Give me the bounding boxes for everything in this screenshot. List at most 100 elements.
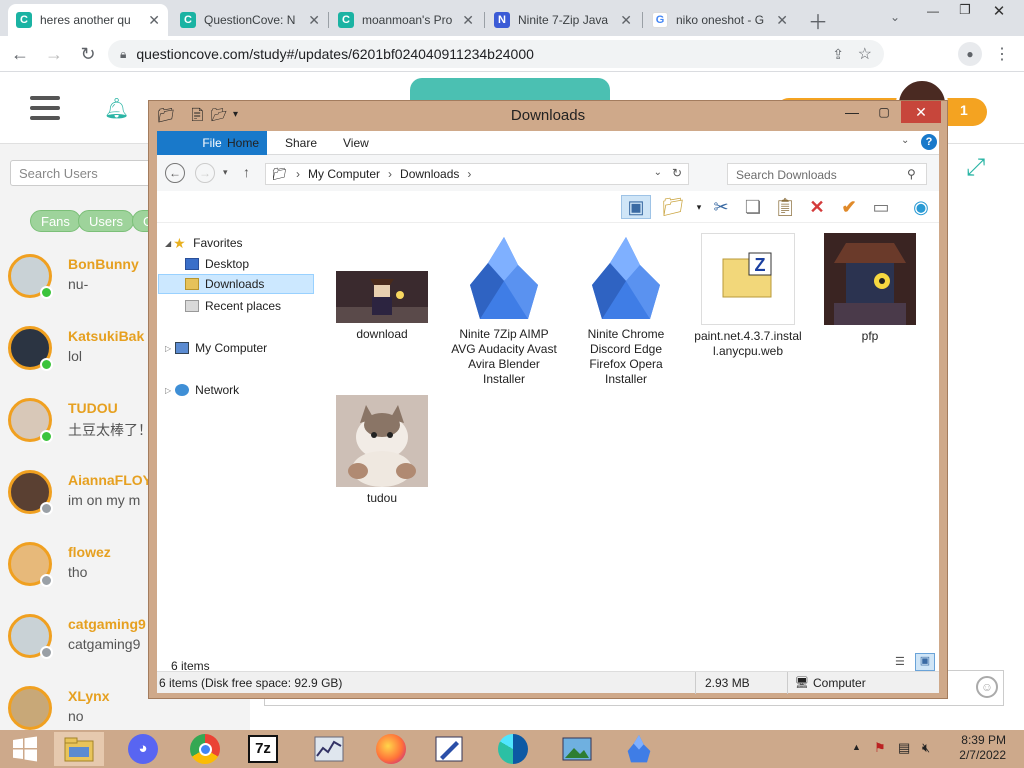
up-folder-icon[interactable]: ↑	[243, 164, 250, 180]
notifications-bell-icon[interactable]: 🔔︎	[104, 96, 129, 121]
cut-icon[interactable]: ✂	[709, 195, 733, 219]
explorer-titlebar: 📁︎ 📄︎ 📂︎ ▾ Downloads — ▢ ✕	[149, 101, 947, 131]
properties-icon[interactable]: ▭	[869, 195, 893, 219]
volume-muted-icon[interactable]: 🔇︎	[922, 740, 930, 756]
user-message: catgaming9	[68, 636, 141, 652]
tab-search-chevron-icon[interactable]: ⌄	[890, 10, 900, 24]
hamburger-menu-icon[interactable]	[30, 96, 60, 120]
shell-icon[interactable]: ◉	[909, 195, 933, 219]
filter-fans[interactable]: Fans	[30, 210, 81, 232]
rename-check-icon[interactable]: ✔	[837, 195, 861, 219]
file-item[interactable]: tudou	[327, 395, 437, 506]
close-tab-icon[interactable]: ✕	[456, 12, 474, 29]
minimize-icon[interactable]: —	[920, 4, 946, 28]
offline-status-icon	[40, 574, 53, 587]
close-tab-icon[interactable]: ✕	[302, 12, 320, 29]
expand-icon[interactable]: ⤢	[966, 154, 985, 182]
tab-share[interactable]: Share	[271, 131, 331, 155]
edge-taskbar-icon[interactable]	[488, 732, 538, 766]
expand-ribbon-icon[interactable]: ⌄	[901, 135, 909, 146]
tab-home[interactable]: Home	[213, 131, 273, 155]
nav-recent-places[interactable]: Recent places	[185, 296, 315, 316]
computer-icon	[175, 342, 190, 354]
user-message: 土豆太棒了！	[68, 422, 152, 438]
nav-downloads[interactable]: Downloads	[158, 274, 314, 294]
action-center-flag-icon[interactable]: ⚑	[874, 740, 886, 756]
breadcrumb-my-computer[interactable]: My Computer	[308, 167, 380, 181]
7zip-taskbar-icon[interactable]: 7z	[238, 732, 288, 766]
details-view-icon[interactable]: ☰	[895, 655, 905, 668]
share-icon[interactable]: ⇪	[832, 46, 844, 63]
close-window-icon[interactable]: ✕	[901, 101, 941, 123]
browser-tab[interactable]: C QuestionCove: N ✕	[172, 4, 328, 36]
file-item[interactable]: download	[327, 271, 437, 342]
browser-menu-icon[interactable]: ⋮	[994, 44, 1010, 64]
close-window-icon[interactable]: ✕	[986, 2, 1012, 26]
options-dropdown-icon[interactable]: ▾	[687, 195, 711, 219]
help-icon[interactable]: ?	[921, 134, 937, 150]
file-item[interactable]: pfp	[815, 233, 925, 344]
restore-icon[interactable]: ❐	[952, 2, 978, 26]
file-item[interactable]: Ninite 7Zip AIMP AVG Audacity Avast Avir…	[449, 235, 559, 387]
nav-my-computer[interactable]: ▷ My Computer	[165, 338, 325, 358]
photos-taskbar-icon[interactable]	[552, 732, 602, 766]
refresh-icon[interactable]: ↻	[672, 166, 682, 180]
back-icon[interactable]: ←	[165, 163, 185, 183]
minimize-icon[interactable]: —	[839, 101, 865, 123]
paint-taskbar-icon[interactable]	[424, 732, 474, 766]
back-icon[interactable]: ←	[8, 42, 32, 66]
status-disk-space: 6 items (Disk free space: 92.9 GB)	[159, 676, 343, 690]
forward-icon[interactable]: →	[42, 42, 66, 66]
address-dropdown-icon[interactable]: ⌄	[654, 167, 662, 178]
browser-tab[interactable]: C heres another qu ✕	[8, 4, 168, 36]
search-users-input[interactable]: Search Users	[10, 160, 170, 186]
close-tab-icon[interactable]: ✕	[142, 12, 160, 29]
copy-icon[interactable]: ❏	[741, 195, 765, 219]
browser-tab[interactable]: G niko oneshot - G ✕	[644, 4, 796, 36]
recent-locations-icon[interactable]: ▾	[223, 167, 228, 178]
breadcrumb-downloads[interactable]: Downloads	[400, 167, 459, 181]
status-bar: 6 items (Disk free space: 92.9 GB) 2.93 …	[157, 671, 939, 694]
filter-users[interactable]: Users	[78, 210, 134, 232]
nav-favorites[interactable]: ◢ ★ Favorites	[165, 233, 325, 253]
nav-network[interactable]: ▷ Network	[165, 380, 325, 400]
forward-icon[interactable]: →	[195, 163, 215, 183]
preview-pane-icon[interactable]: ▣	[621, 195, 651, 219]
browser-tab[interactable]: N Ninite 7-Zip Java ✕	[486, 4, 640, 36]
profile-icon[interactable]: ●	[958, 42, 982, 66]
close-tab-icon[interactable]: ✕	[770, 12, 788, 29]
offline-status-icon	[40, 502, 53, 515]
delete-icon[interactable]: ✕	[805, 195, 829, 219]
questioncove-logo[interactable]	[410, 78, 610, 102]
firefox-taskbar-icon[interactable]	[366, 732, 416, 766]
reload-icon[interactable]: ↻	[76, 42, 100, 66]
close-tab-icon[interactable]: ✕	[614, 12, 632, 29]
performance-monitor-taskbar-icon[interactable]	[304, 732, 354, 766]
file-item[interactable]: Z paint.net.4.3.7.install.anycpu.web	[693, 233, 803, 359]
user-message: im on my m	[68, 492, 141, 508]
show-hidden-icons-icon[interactable]: ▲	[852, 742, 861, 752]
file-explorer-taskbar-icon[interactable]	[54, 732, 104, 766]
folder-options-icon[interactable]: 📁︎	[661, 195, 685, 219]
network-status-icon[interactable]: ▤	[898, 740, 910, 756]
browser-tab[interactable]: C moanmoan's Pro ✕	[330, 4, 482, 36]
discord-taskbar-icon[interactable]: ◕	[118, 732, 168, 766]
file-item[interactable]: Ninite Chrome Discord Edge Firefox Opera…	[571, 235, 681, 387]
maximize-icon[interactable]: ▢	[871, 101, 897, 123]
nav-desktop[interactable]: Desktop	[185, 254, 315, 274]
new-tab-icon[interactable]: ＋	[808, 6, 828, 35]
breadcrumb[interactable]: 📁︎ › My Computer › Downloads › ⌄ ↻	[265, 163, 689, 185]
search-downloads-input[interactable]: Search Downloads	[727, 163, 927, 185]
large-icons-view-icon[interactable]: ▣	[915, 653, 935, 671]
system-clock[interactable]: 8:39 PM 2/7/2022	[959, 733, 1006, 763]
tab-view[interactable]: View	[329, 131, 383, 155]
bookmark-star-icon[interactable]: ☆	[858, 44, 872, 64]
avatar	[8, 686, 52, 730]
emoji-icon[interactable]: ☺	[976, 676, 998, 698]
paste-icon[interactable]: 📋︎	[773, 195, 797, 219]
ninite-taskbar-icon[interactable]	[614, 732, 664, 766]
address-bar[interactable]: 🔒︎ questioncove.com/study#/updates/6201b…	[108, 40, 884, 68]
start-button[interactable]	[0, 732, 50, 766]
chrome-taskbar-icon[interactable]	[180, 732, 230, 766]
user-name: flowez	[68, 544, 111, 560]
